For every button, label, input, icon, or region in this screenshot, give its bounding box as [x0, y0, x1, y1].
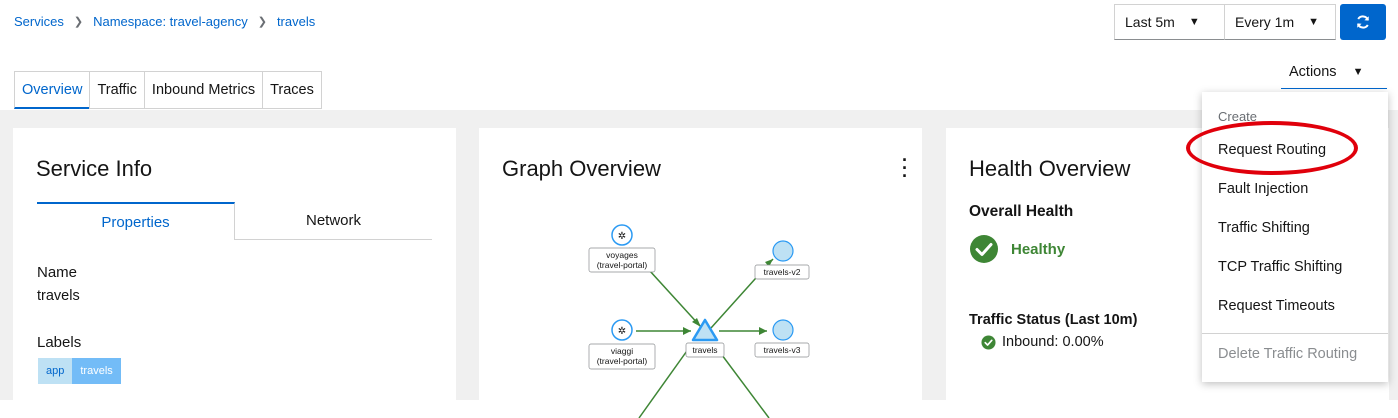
service-info-tabs: Properties Network [37, 202, 432, 240]
top-bar: Services ❯ Namespace: travel-agency ❯ tr… [0, 0, 1398, 110]
menu-divider [1202, 333, 1388, 334]
refresh-button[interactable] [1340, 4, 1386, 40]
actions-label: Actions [1289, 63, 1337, 80]
menu-item-delete-traffic-routing: Delete Traffic Routing [1218, 346, 1358, 362]
service-graph[interactable]: ✲ voyages (travel-portal) ✲ viaggi (trav… [479, 128, 922, 418]
overall-health-label: Overall Health [969, 203, 1074, 220]
name-label: Name [37, 264, 78, 281]
caret-down-icon: ▼ [1352, 65, 1364, 78]
svg-text:✲: ✲ [618, 231, 626, 242]
caret-down-icon: ▼ [1188, 16, 1200, 28]
service-info-card: Service Info Properties Network Name tra… [13, 128, 456, 418]
breadcrumb-services[interactable]: Services [14, 14, 64, 29]
tab-overview[interactable]: Overview [14, 71, 91, 109]
check-circle-icon [981, 334, 996, 350]
detail-tabs: Overview Traffic Inbound Metrics Traces [14, 71, 322, 109]
menu-item-request-routing[interactable]: Request Routing [1218, 142, 1326, 158]
labels-label: Labels [37, 334, 82, 351]
node-travels-v2-label: travels-v2 [764, 267, 801, 277]
breadcrumb: Services ❯ Namespace: travel-agency ❯ tr… [14, 14, 315, 29]
check-circle-icon [970, 235, 998, 263]
caret-down-icon: ▼ [1308, 16, 1320, 28]
breadcrumb-current[interactable]: travels [277, 14, 315, 29]
name-value: travels [37, 288, 80, 304]
node-travels-v2[interactable]: travels-v2 [754, 240, 810, 280]
health-status-text: Healthy [1011, 240, 1066, 258]
tab-properties[interactable]: Properties [37, 202, 235, 240]
chevron-right-icon: ❯ [73, 16, 84, 28]
time-range-value: Last 5m [1125, 14, 1175, 30]
menu-group-create: Create [1218, 109, 1258, 124]
menu-item-fault-injection[interactable]: Fault Injection [1218, 181, 1308, 197]
node-voyages-sublabel: (travel-portal) [597, 260, 648, 270]
actions-menu: Create Request Routing Fault Injection T… [1202, 92, 1388, 382]
tab-inbound-metrics[interactable]: Inbound Metrics [143, 71, 264, 109]
inbound-status: Inbound: 0.00% [981, 334, 1104, 350]
tab-network[interactable]: Network [235, 202, 432, 240]
time-range-select[interactable]: Last 5m ▼ [1114, 4, 1225, 40]
inbound-value: Inbound: 0.00% [1002, 334, 1104, 350]
traffic-status-label: Traffic Status (Last 10m) [969, 312, 1138, 328]
menu-item-traffic-shifting[interactable]: Traffic Shifting [1218, 220, 1310, 236]
node-travels[interactable]: travels [685, 318, 725, 358]
menu-item-request-timeouts[interactable]: Request Timeouts [1218, 298, 1335, 314]
time-controls: Last 5m ▼ Every 1m ▼ [1114, 4, 1386, 40]
refresh-interval-select[interactable]: Every 1m ▼ [1225, 4, 1336, 40]
node-viaggi[interactable]: ✲ viaggi (travel-portal) [588, 319, 656, 370]
health-status: Healthy [969, 234, 1065, 264]
label-key: app [38, 358, 73, 384]
node-travels-v3[interactable]: travels-v3 [754, 319, 810, 358]
actions-dropdown-button[interactable]: Actions ▼ [1281, 55, 1387, 89]
refresh-interval-value: Every 1m [1235, 14, 1295, 30]
node-voyages-label: voyages [606, 250, 638, 260]
tab-traffic[interactable]: Traffic [89, 71, 145, 109]
node-viaggi-sublabel: (travel-portal) [597, 356, 648, 366]
overview-content: Service Info Properties Network Name tra… [0, 110, 1398, 418]
node-travels-v3-label: travels-v3 [764, 345, 801, 355]
sync-icon [1357, 15, 1369, 29]
health-overview-title: Health Overview [969, 156, 1131, 181]
graph-overview-card: Graph Overview · · · ✲ voyages (travel-p… [479, 128, 922, 418]
tab-traces[interactable]: Traces [262, 71, 322, 109]
service-info-title: Service Info [36, 156, 153, 181]
menu-item-tcp-traffic-shifting[interactable]: TCP Traffic Shifting [1218, 259, 1342, 275]
label-badge: app travels [38, 358, 121, 384]
svg-text:✲: ✲ [618, 326, 626, 337]
label-value: travels [72, 358, 121, 384]
node-viaggi-label: viaggi [611, 346, 633, 356]
node-travels-label: travels [692, 345, 717, 355]
breadcrumb-namespace[interactable]: Namespace: travel-agency [93, 14, 248, 29]
chevron-right-icon: ❯ [257, 16, 267, 28]
node-voyages[interactable]: ✲ voyages (travel-portal) [588, 224, 656, 273]
